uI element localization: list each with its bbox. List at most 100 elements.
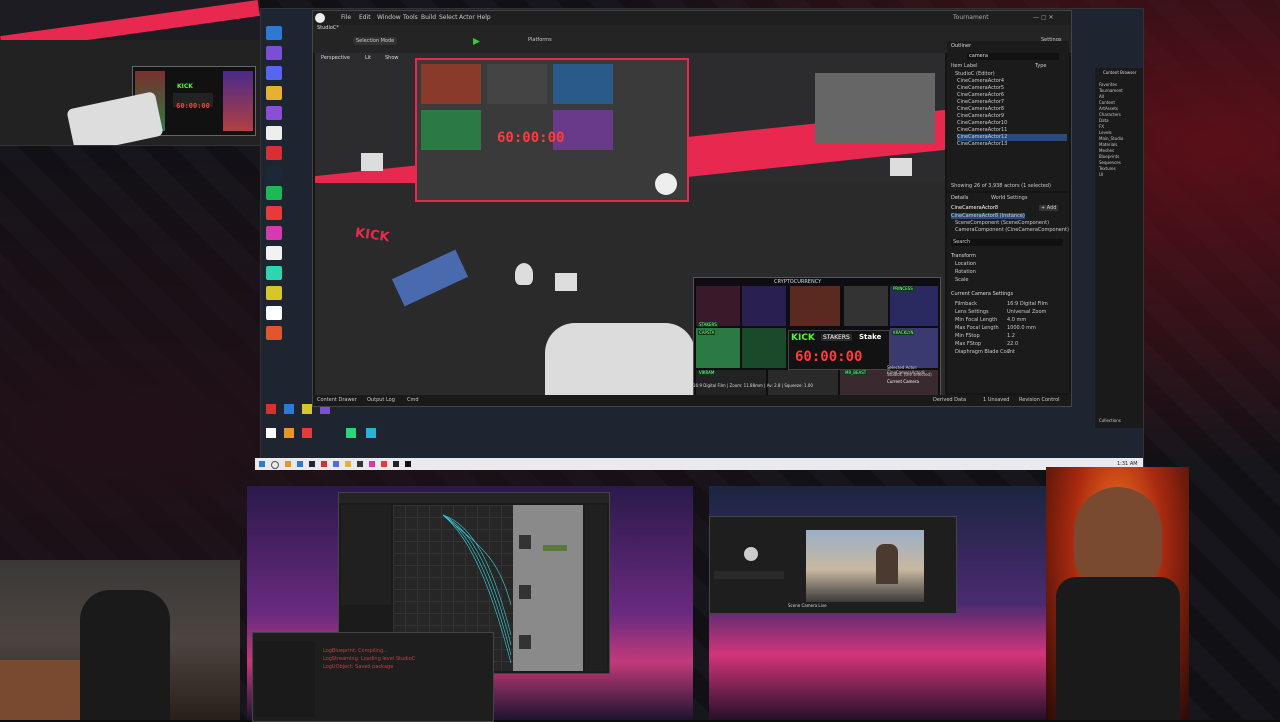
prop-value[interactable]: 7 xyxy=(1007,349,1010,355)
sphere-reflection-actor[interactable] xyxy=(655,173,677,195)
file-icon[interactable] xyxy=(266,126,282,140)
window-controls[interactable]: — ▢ ✕ xyxy=(1033,11,1054,25)
obs-scene-list[interactable] xyxy=(714,571,784,579)
outliner-row[interactable]: CineCameraActor4 xyxy=(957,78,1067,85)
cmd-button[interactable]: Cmd xyxy=(407,395,419,406)
clapperboard-icon[interactable] xyxy=(361,153,383,171)
content-browser-title[interactable]: Content Browser xyxy=(1103,70,1136,75)
app-icon[interactable] xyxy=(266,206,282,220)
menu-window[interactable]: Window xyxy=(377,11,401,25)
taskbar-app-icon[interactable] xyxy=(309,461,315,467)
col-item-label[interactable]: Item Label xyxy=(951,63,977,69)
bp-node[interactable] xyxy=(519,635,531,649)
taskbar-app-icon[interactable] xyxy=(393,461,399,467)
outliner-row[interactable]: CineCameraActor7 xyxy=(957,99,1067,106)
menu-select[interactable]: Select xyxy=(439,11,458,25)
folder-item[interactable]: UI xyxy=(1099,172,1143,178)
clapperboard-icon[interactable] xyxy=(890,158,912,176)
bp-graph-right-area[interactable] xyxy=(513,505,583,671)
app-icon[interactable] xyxy=(266,266,282,280)
app-icon[interactable] xyxy=(302,404,312,414)
menu-file[interactable]: File xyxy=(341,11,351,25)
discord-icon[interactable] xyxy=(266,66,282,80)
platforms-button[interactable]: Platforms xyxy=(528,37,552,43)
transform-section[interactable]: Transform xyxy=(951,253,976,259)
app-icon[interactable] xyxy=(346,428,356,438)
app-icon[interactable] xyxy=(284,404,294,414)
prop-value[interactable]: 1000.0 mm xyxy=(1007,325,1036,331)
menu-actor[interactable]: Actor xyxy=(459,11,475,25)
taskbar-app-icon[interactable] xyxy=(321,461,327,467)
outliner-row[interactable]: CineCameraActor13 xyxy=(957,141,1067,148)
revision-control-button[interactable]: Revision Control xyxy=(1019,395,1060,406)
play-icon[interactable] xyxy=(473,38,480,45)
viewport-show[interactable]: Show xyxy=(385,55,399,61)
edge-icon[interactable] xyxy=(266,26,282,40)
unsaved-indicator[interactable]: 1 Unsaved xyxy=(983,395,1009,406)
outliner-tab[interactable]: Outliner xyxy=(951,43,971,49)
outliner-row-selected[interactable]: CineCameraActor12 xyxy=(957,134,1067,141)
prop-value[interactable]: 16:9 Digital Film xyxy=(1007,301,1048,307)
viewport-lit[interactable]: Lit xyxy=(365,55,371,61)
photoshop-icon[interactable] xyxy=(266,46,282,60)
unreal-taskbar-icon[interactable] xyxy=(405,461,411,467)
outliner-row[interactable]: CineCameraActor11 xyxy=(957,127,1067,134)
file-icon[interactable] xyxy=(266,306,282,320)
component-row[interactable]: CineCameraActor8 (Instance) xyxy=(951,213,1025,219)
file-icon[interactable] xyxy=(266,428,276,438)
outliner-root[interactable]: StudioC (Editor) xyxy=(955,71,995,77)
details-tab[interactable]: Details xyxy=(951,195,968,201)
bp-node[interactable] xyxy=(519,535,531,549)
file-icon[interactable] xyxy=(266,246,282,260)
chrome-icon[interactable] xyxy=(266,86,282,100)
outliner-row[interactable]: CineCameraActor9 xyxy=(957,113,1067,120)
vlc-icon[interactable] xyxy=(266,146,282,160)
content-drawer-button[interactable]: Content Drawer xyxy=(317,395,357,406)
menu-edit[interactable]: Edit xyxy=(359,11,371,25)
level-viewport[interactable]: Perspective Lit Show 60:00:00 KICK CRYPT… xyxy=(315,53,945,395)
prop-value[interactable]: Universal Zoom xyxy=(1007,309,1046,315)
outliner-row[interactable]: CineCameraActor8 xyxy=(957,106,1067,113)
taskbar-app-icon[interactable] xyxy=(297,461,303,467)
output-log-button[interactable]: Output Log xyxy=(367,395,395,406)
details-search-input[interactable]: Search xyxy=(951,239,1063,246)
clapperboard-icon[interactable] xyxy=(555,273,577,291)
taskbar-app-icon[interactable] xyxy=(285,461,291,467)
visual-studio-icon[interactable] xyxy=(266,106,282,120)
app-icon[interactable] xyxy=(302,428,312,438)
app-icon[interactable] xyxy=(266,226,282,240)
app-icon[interactable] xyxy=(284,428,294,438)
taskbar-app-icon[interactable] xyxy=(369,461,375,467)
level-tab[interactable]: StudioC* xyxy=(317,25,339,31)
app-icon[interactable] xyxy=(266,404,276,414)
menu-help[interactable]: Help xyxy=(477,11,491,25)
app-icon[interactable] xyxy=(266,286,282,300)
taskbar-app-icon[interactable] xyxy=(345,461,351,467)
app-icon[interactable] xyxy=(266,326,282,340)
viewport-perspective[interactable]: Perspective xyxy=(321,55,350,61)
prop-value[interactable]: 1.2 xyxy=(1007,333,1015,339)
derived-data-button[interactable]: Derived Data xyxy=(933,395,966,406)
component-row[interactable]: CameraComponent (CineCameraComponent) xyxy=(955,227,1069,233)
outliner-row[interactable]: CineCameraActor5 xyxy=(957,85,1067,92)
outliner-row[interactable]: CineCameraActor6 xyxy=(957,92,1067,99)
outliner-search-input[interactable]: camera xyxy=(967,53,1059,60)
bp-node[interactable] xyxy=(543,545,567,551)
mode-button[interactable]: Selection Mode xyxy=(353,37,398,45)
col-type[interactable]: Type xyxy=(1035,63,1046,69)
taskbar-app-icon[interactable] xyxy=(333,461,339,467)
taskbar-app-icon[interactable] xyxy=(357,461,363,467)
menu-tools[interactable]: Tools xyxy=(403,11,418,25)
world-settings-tab[interactable]: World Settings xyxy=(991,195,1027,201)
menu-build[interactable]: Build xyxy=(421,11,436,25)
start-icon[interactable] xyxy=(259,461,265,467)
taskbar-app-icon[interactable] xyxy=(381,461,387,467)
spotify-icon[interactable] xyxy=(266,186,282,200)
bp-node[interactable] xyxy=(519,585,531,599)
light-bulb-icon[interactable] xyxy=(515,263,533,285)
steam-icon[interactable] xyxy=(266,166,282,180)
app-icon[interactable] xyxy=(366,428,376,438)
add-component-button[interactable]: + Add xyxy=(1039,205,1059,211)
outliner-row[interactable]: CineCameraActor10 xyxy=(957,120,1067,127)
camera-settings-section[interactable]: Current Camera Settings xyxy=(951,291,1013,297)
